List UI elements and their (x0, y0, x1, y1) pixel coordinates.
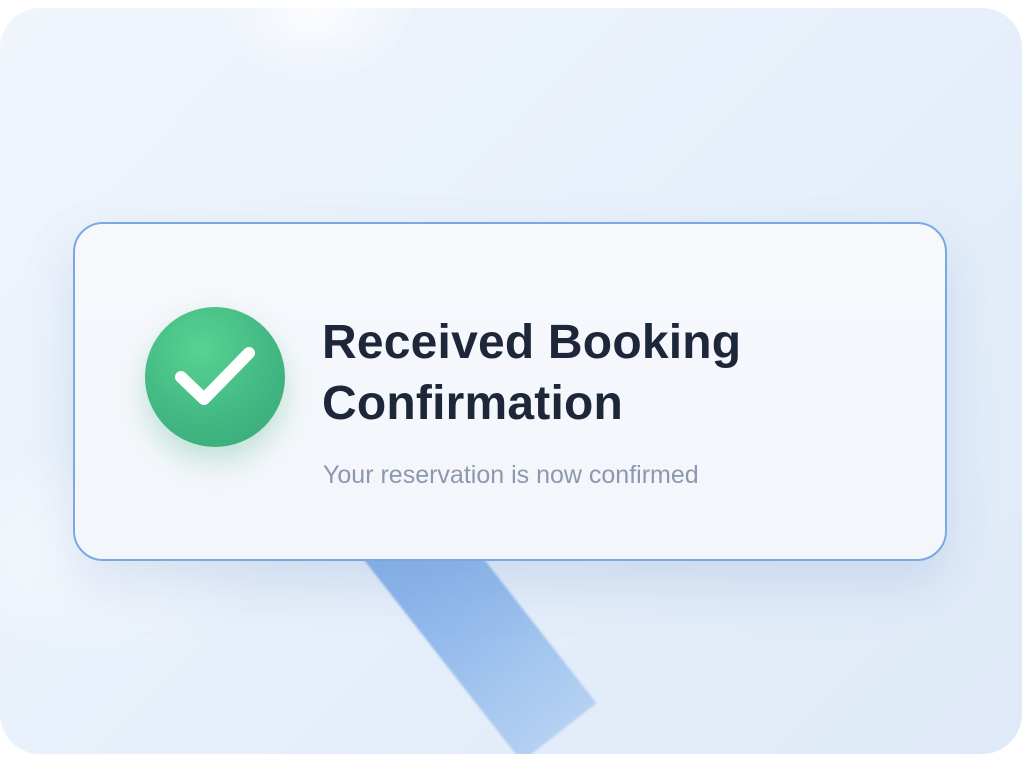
notification-message: Your reservation is now confirmed (323, 461, 699, 489)
booking-confirmation-card[interactable]: Received Booking Confirmation Your reser… (73, 222, 947, 561)
notification-title: Received Booking Confirmation (322, 316, 742, 430)
background-glow-top (215, 8, 415, 78)
success-badge (145, 307, 285, 447)
checkmark-icon (175, 347, 255, 405)
